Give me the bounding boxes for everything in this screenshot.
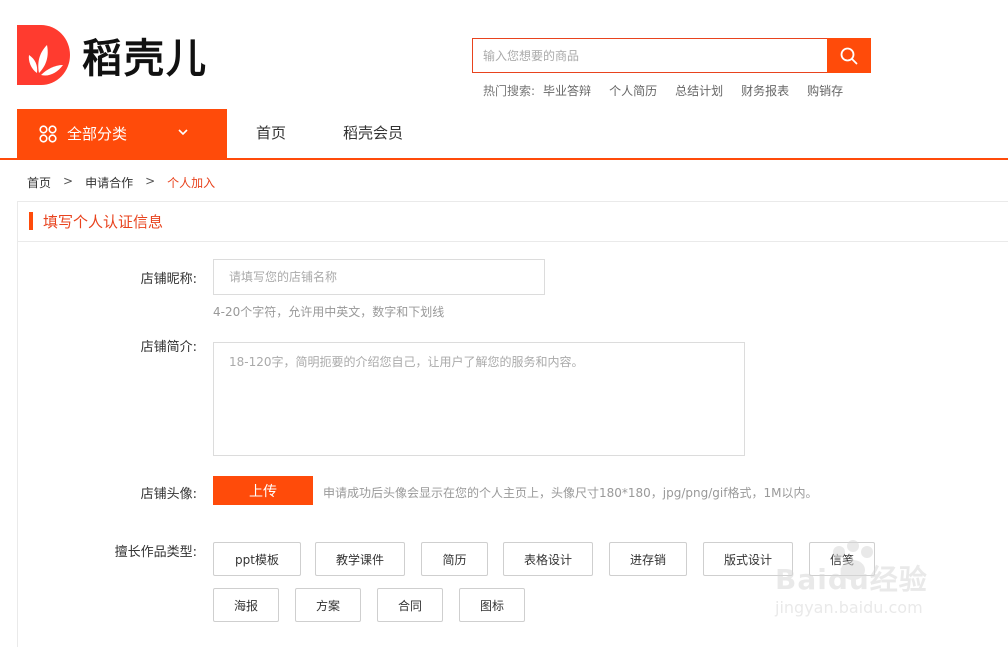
avatar-label: 店铺头像: xyxy=(140,487,197,502)
form-title: 填写个人认证信息 xyxy=(43,213,164,231)
panel-header: 填写个人认证信息 xyxy=(18,202,1008,242)
shop-name-input[interactable] xyxy=(213,259,545,295)
work-type-label: 擅长作品类型: xyxy=(114,545,197,560)
work-type-option[interactable]: 简历 xyxy=(421,542,488,576)
search-bar xyxy=(472,38,871,73)
work-type-option[interactable]: 方案 xyxy=(295,588,361,622)
main-nav: 全部分类 首页 稻壳会员 xyxy=(0,109,1008,160)
breadcrumb-item[interactable]: 首页 xyxy=(27,174,51,191)
search-icon xyxy=(840,47,858,64)
chevron-down-icon xyxy=(178,129,188,136)
work-type-option[interactable]: 进存销 xyxy=(609,542,687,576)
all-categories-button[interactable]: 全部分类 xyxy=(17,109,227,158)
work-type-option[interactable]: 海报 xyxy=(213,588,279,622)
breadcrumb-separator: > xyxy=(145,174,156,188)
breadcrumb-current: 个人加入 xyxy=(167,176,216,190)
baidu-watermark: Baidu经验 jingyan.baidu.com xyxy=(775,538,955,628)
logo-text: 稻壳儿 xyxy=(82,36,208,82)
work-type-option[interactable]: 教学课件 xyxy=(315,542,405,576)
category-grid-icon xyxy=(39,124,57,143)
hot-search-label: 热门搜索: xyxy=(483,84,536,98)
shop-intro-textarea[interactable] xyxy=(213,342,745,456)
hot-search-item[interactable]: 个人简历 xyxy=(609,82,657,99)
shop-intro-label: 店铺简介: xyxy=(140,340,197,355)
logo-icon xyxy=(17,25,70,85)
work-type-option[interactable]: ppt模板 xyxy=(213,542,301,576)
work-type-option[interactable]: 图标 xyxy=(459,588,525,622)
hot-search-item[interactable]: 总结计划 xyxy=(675,82,723,99)
watermark-url: jingyan.baidu.com xyxy=(775,598,923,617)
work-type-option[interactable]: 合同 xyxy=(377,588,443,622)
work-type-option[interactable]: 表格设计 xyxy=(503,542,593,576)
hot-search-item[interactable]: 毕业答辩 xyxy=(543,82,591,99)
shop-name-hint: 4-20个字符，允许用中英文，数字和下划线 xyxy=(213,305,445,319)
upload-button[interactable]: 上传 xyxy=(213,476,313,505)
search-input[interactable] xyxy=(472,38,827,73)
breadcrumb: 首页 > 申请合作 > 个人加入 xyxy=(27,174,227,191)
breadcrumb-separator: > xyxy=(63,174,74,188)
avatar-hint: 申请成功后头像会显示在您的个人主页上，头像尺寸180*180，jpg/png/g… xyxy=(323,486,818,500)
hot-search-item[interactable]: 购销存 xyxy=(807,82,843,99)
title-accent-bar xyxy=(29,212,33,230)
breadcrumb-item[interactable]: 申请合作 xyxy=(85,174,133,191)
shop-name-label: 店铺昵称: xyxy=(140,272,197,287)
hot-search-item[interactable]: 财务报表 xyxy=(741,82,789,99)
logo[interactable]: 稻壳儿 xyxy=(17,25,208,85)
nav-link-membership[interactable]: 稻壳会员 xyxy=(343,109,403,158)
nav-link-home[interactable]: 首页 xyxy=(256,109,286,158)
hot-searches: 热门搜索: 毕业答辩 个人简历 总结计划 财务报表 购销存 xyxy=(483,82,861,99)
watermark-brand: Baidu经验 xyxy=(775,563,928,596)
all-categories-label: 全部分类 xyxy=(67,125,128,143)
search-button[interactable] xyxy=(827,38,871,73)
